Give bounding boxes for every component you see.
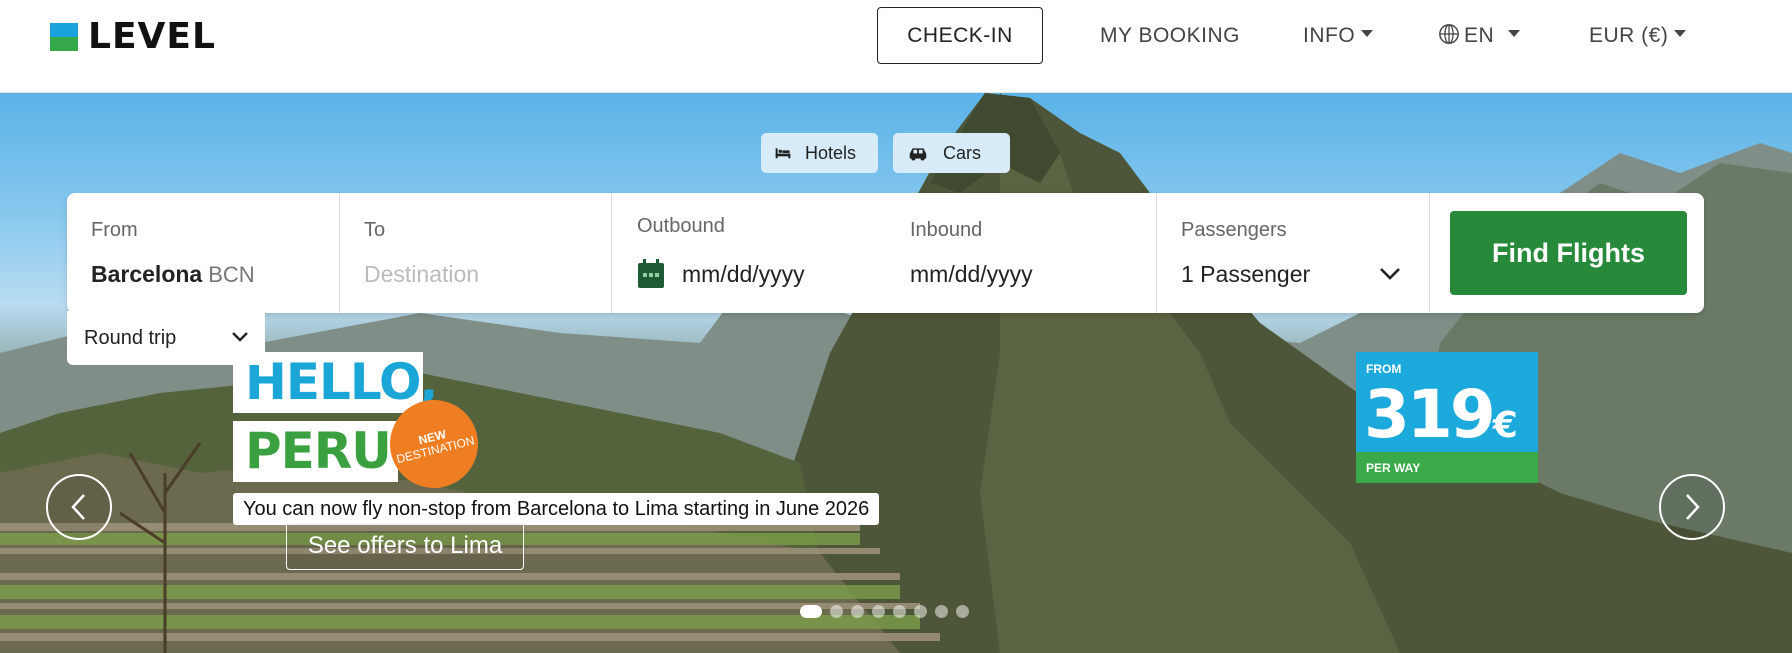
to-placeholder: Destination [364,261,480,287]
globe-icon [1439,23,1459,44]
passengers-label: Passengers [1181,219,1287,241]
carousel-dot[interactable] [935,605,948,618]
price-from-label: FROM [1366,362,1402,376]
carousel-dot[interactable] [893,605,906,618]
carousel-indicators [800,605,969,618]
outbound-label: Outbound [637,215,725,237]
trip-type-selector[interactable]: Round trip [67,311,265,365]
carousel-dot[interactable] [914,605,927,618]
see-offers-button[interactable]: See offers to Lima [286,522,524,570]
caret-down-icon [1508,30,1521,37]
dates-field[interactable]: Outbound mm/dd/yyyy Inbound mm/dd/yyyy [612,193,1157,313]
banner-tagline: You can now fly non-stop from Barcelona … [233,493,880,525]
checkin-label: CHECK-IN [907,23,1013,47]
car-icon [909,148,927,161]
from-code: BCN [208,262,255,287]
price-amount: 319 [1364,376,1496,453]
passengers-field[interactable]: Passengers 1 Passenger [1157,193,1430,313]
from-city: Barcelona [91,261,203,287]
chevron-left-icon [71,494,85,520]
to-field[interactable]: To Destination [340,193,612,313]
banner-headline-line2: PERU! [233,421,414,482]
hotels-button[interactable]: Hotels [761,133,878,173]
price-value: 319€ [1364,376,1518,453]
info-menu[interactable]: INFO [1303,7,1374,64]
chevron-right-icon [1686,494,1700,520]
price-badge: FROM 319€ PER WAY [1356,352,1538,483]
carousel-prev-button[interactable] [46,474,112,540]
hotels-label: Hotels [804,142,856,163]
currency-selector[interactable]: EUR (€) [1589,7,1687,64]
calendar-icon [638,259,664,288]
inbound-label: Inbound [910,219,983,241]
info-label: INFO [1303,23,1356,47]
logo-text: LEVEL [88,16,216,57]
caret-down-icon [1361,30,1374,37]
from-value: Barcelona BCN [91,261,255,288]
language-selector[interactable]: EN [1438,7,1521,64]
chevron-down-icon [1380,268,1400,280]
carousel-next-button[interactable] [1659,474,1725,540]
trip-type-label: Round trip [84,326,177,349]
outbound-date-input[interactable]: mm/dd/yyyy [682,261,805,288]
my-booking-link[interactable]: MY BOOKING [1100,7,1240,64]
to-label: To [364,219,386,241]
from-label: From [91,219,138,241]
find-flights-button[interactable]: Find Flights [1450,211,1687,295]
from-field[interactable]: From Barcelona BCN [67,193,340,313]
my-booking-label: MY BOOKING [1100,23,1240,47]
carousel-dot[interactable] [851,605,864,618]
level-logo-mark [50,23,78,51]
carousel-dot[interactable] [830,605,843,618]
carousel-dot[interactable] [872,605,885,618]
inbound-date-input[interactable]: mm/dd/yyyy [910,261,1033,288]
chevron-down-icon [232,332,248,342]
flight-search-panel: From Barcelona BCN To Destination Outboun… [67,193,1704,313]
passengers-value: 1 Passenger [1181,261,1311,287]
site-header: LEVEL CHECK-IN MY BOOKING INFO EN EUR (€… [0,0,1792,93]
bed-icon [775,148,791,159]
currency-label: EUR (€) [1589,23,1669,47]
level-logo[interactable]: LEVEL [50,16,216,57]
hero-carousel: Hotels Cars HELLO, PERU! NEW DESTINATION… [0,93,1792,653]
language-label: EN [1464,23,1495,47]
checkin-button[interactable]: CHECK-IN [877,7,1043,64]
cars-button[interactable]: Cars [893,133,1010,173]
cars-label: Cars [943,142,982,163]
carousel-dot[interactable] [800,605,822,618]
price-currency: € [1492,405,1518,446]
price-per-way: PER WAY [1356,452,1538,483]
see-offers-label: See offers to Lima [307,532,503,559]
caret-down-icon [1674,30,1687,37]
carousel-dot[interactable] [956,605,969,618]
